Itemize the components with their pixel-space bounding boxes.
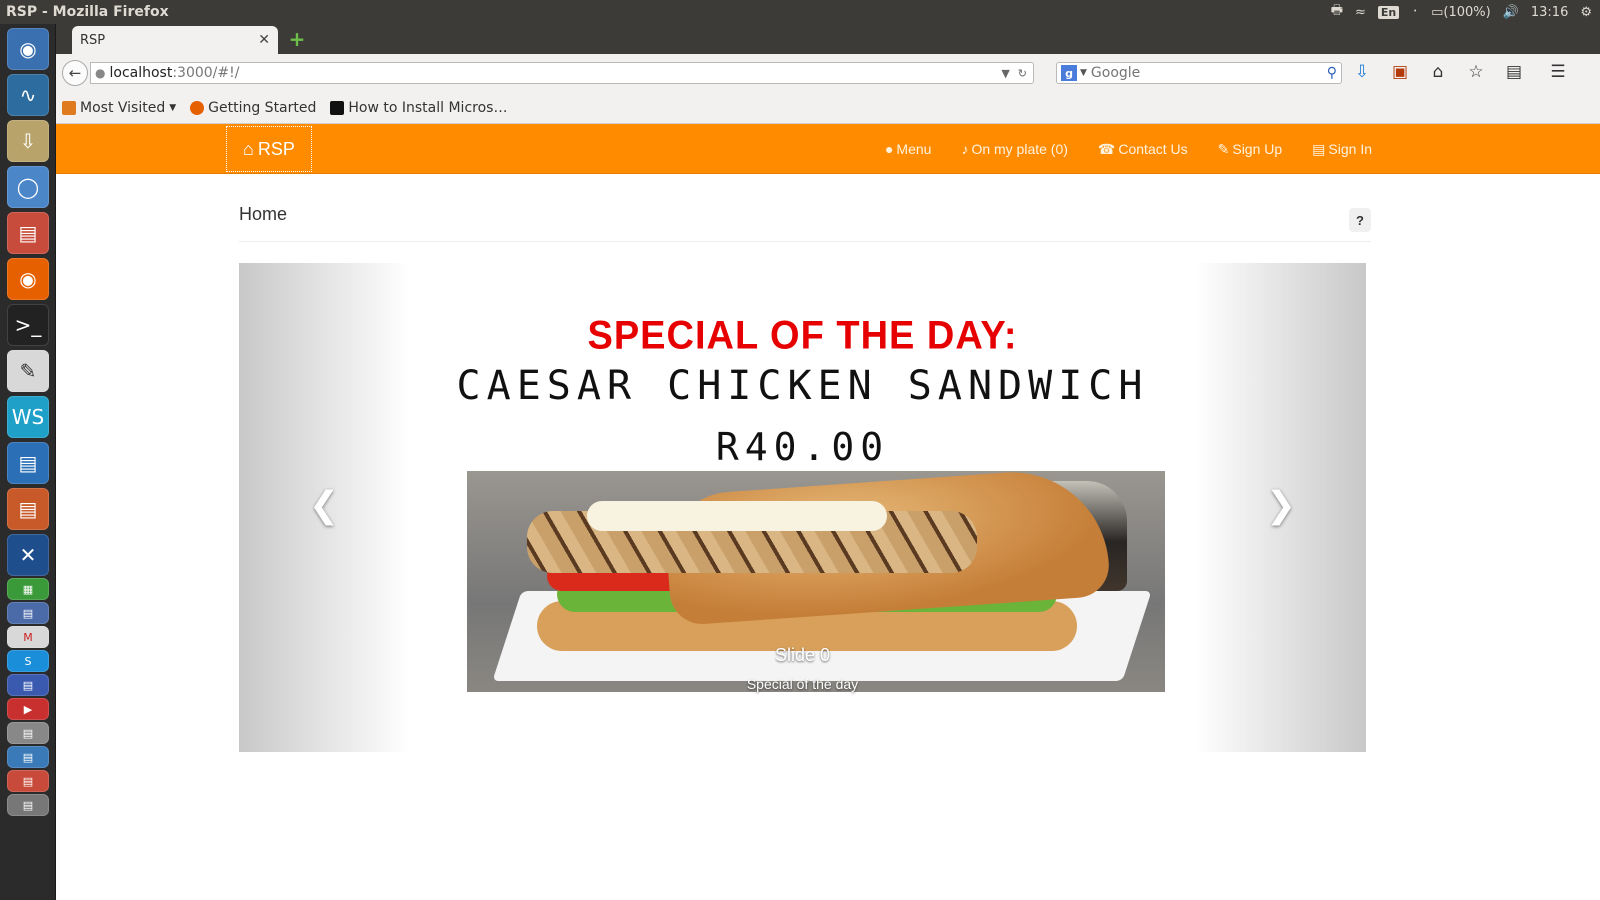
page-header: Home ? [239,198,1371,242]
chromium-icon[interactable]: ◯ [7,166,49,208]
apple-icon: ● [884,141,894,157]
url-bar[interactable]: ● localhost:3000/#!/ ▼ ↻ [90,62,1034,84]
close-tab-icon[interactable]: ✕ [258,32,270,48]
cutlery-icon: ♪ [961,141,969,157]
drive-icon[interactable]: ▤ [7,722,49,744]
special-headline: SPECIAL OF THE DAY: [587,313,1018,359]
trash-icon[interactable]: ▤ [7,794,49,816]
page-title: Home [239,204,288,224]
app-icon[interactable]: ▤ [7,602,49,624]
volume-icon[interactable]: 🔊 [1503,5,1519,20]
search-icon[interactable]: ⚲ [1327,65,1341,81]
home-icon: ⌂ [243,138,254,159]
special-price: R40.00 [715,425,890,469]
home-icon[interactable]: ⌂ [1428,62,1448,82]
app-navbar: ⌂ RSP ● Menu ♪ On my plate (0) ☎ Contact Us… [56,124,1600,174]
clock[interactable]: 13:16 [1531,5,1568,20]
browser-toolbar: ← ● localhost:3000/#!/ ▼ ↻ g ▼ ⚲ ⇩ ▣ ⌂ ☆… [56,54,1600,92]
printer-icon[interactable]: 🖶 [1331,1,1343,23]
nav-on-my-plate[interactable]: ♪ On my plate (0) [961,141,1067,157]
chevron-down-icon: ▼ [169,102,177,113]
bluetooth-icon[interactable]: ᛫ [1411,5,1419,20]
download-icon[interactable]: ⇩ [1352,62,1372,82]
gmail-icon[interactable]: M [7,626,49,648]
special-dish-name: CAESAR CHICKEN SANDWICH [456,363,1149,409]
window-title: RSP - Mozilla Firefox [6,4,169,20]
url-host: localhost [109,65,173,81]
brand-home-link[interactable]: ⌂ RSP [226,126,312,172]
google-engine-icon[interactable]: g [1061,65,1077,81]
text-editor-icon[interactable]: ✎ [7,350,49,392]
carousel-caption: Slide 0 Special of the day [239,645,1366,692]
unity-launcher: ◉ ∿ ⇩ ◯ ▤ ◉ >_ ✎ WS ▤ ▤ ✕ ▦ ▤ M S ▤ ▶ ▤ … [0,24,56,900]
url-dropdown-icon[interactable]: ▼ [1001,67,1009,80]
new-tab-icon[interactable]: + [286,28,308,50]
search-bar[interactable]: g ▼ ⚲ [1056,62,1342,84]
nav-links: ● Menu ♪ On my plate (0) ☎ Contact Us ✎ Sign… [885,124,1372,174]
battery-indicator[interactable]: ▭(100%) [1431,5,1491,20]
draw-icon[interactable]: ✕ [7,534,49,576]
skype-icon[interactable]: S [7,650,49,672]
file-cabinet-icon[interactable]: ▤ [7,212,49,254]
bookmarks-toolbar: Most Visited ▼ Getting Started How to In… [56,92,1600,124]
phone-icon: ☎ [1097,140,1116,157]
system-tray: 🖶 ≈ En ᛫ ▭(100%) 🔊 13:16 ⚙ [1331,1,1600,23]
wifi-icon[interactable]: ≈ [1355,5,1366,20]
bookmark-getting-started[interactable]: Getting Started [190,100,316,116]
addon-icon[interactable]: ▣ [1390,62,1410,82]
firefox-icon [190,100,205,115]
caption-text: Special of the day [746,676,859,692]
settings-gear-icon[interactable]: ⚙ [1580,5,1592,20]
nav-sign-in[interactable]: ▤ Sign In [1312,141,1372,158]
terminal-icon[interactable]: >_ [7,304,49,346]
folder-icon [62,100,76,115]
impress-icon[interactable]: ▤ [7,488,49,530]
hamburger-menu-icon[interactable]: ☰ [1548,62,1568,82]
keyboard-layout-indicator[interactable]: En [1377,5,1400,19]
firefox-icon[interactable]: ◉ [7,258,49,300]
dash-home-icon[interactable]: ◉ [7,28,49,70]
kdenlive-icon[interactable]: ▤ [7,674,49,696]
lock-icon: ▤ [1312,140,1326,157]
install-package-icon[interactable]: ⇩ [7,120,49,162]
calc-icon[interactable]: ▦ [7,578,49,600]
tab-strip: RSP ✕ + [56,24,1600,54]
nav-sign-up[interactable]: ✎ Sign Up [1218,141,1283,158]
os-top-panel: RSP - Mozilla Firefox 🖶 ≈ En ᛫ ▭(100%) 🔊… [0,0,1600,24]
carousel-next-chevron-icon[interactable]: ❯ [1266,485,1296,526]
reload-icon[interactable]: ↻ [1018,67,1027,80]
globe-icon: ● [95,66,106,80]
youtube-icon[interactable]: ▶ [7,698,49,720]
help-button[interactable]: ? [1349,208,1371,232]
engine-dropdown-icon[interactable]: ▼ [1080,68,1087,78]
reader-icon[interactable]: ▤ [1504,62,1524,82]
carousel-prev-chevron-icon[interactable]: ❮ [309,485,339,526]
search-input[interactable] [1090,65,1327,81]
bookmark-most-visited[interactable]: Most Visited ▼ [62,100,176,116]
special-carousel: SPECIAL OF THE DAY: CAESAR CHICKEN SANDW… [239,263,1366,752]
nav-menu[interactable]: ● Menu [885,141,932,157]
system-monitor-icon[interactable]: ∿ [7,74,49,116]
tab-rsp[interactable]: RSP ✕ [72,26,278,54]
network-icon[interactable]: ▤ [7,746,49,768]
webstorm-icon[interactable]: WS [7,396,49,438]
toolbar-icons: ⇩ ▣ ⌂ ☆ ▤ ☰ [1352,62,1568,82]
back-arrow-icon[interactable]: ← [62,60,88,86]
battery-icon: ▭ [1431,4,1444,20]
pencil-icon: ✎ [1217,140,1230,157]
nav-contact-us[interactable]: ☎ Contact Us [1098,141,1188,158]
url-path: :3000/#!/ [172,65,240,81]
l-site-icon [330,100,345,115]
bookmark-install-guide[interactable]: How to Install Micros… [330,100,507,116]
tab-title: RSP [80,32,106,48]
writer-icon[interactable]: ▤ [7,442,49,484]
app-icon-2[interactable]: ▤ [7,770,49,792]
caption-title: Slide 0 [774,645,831,665]
bookmark-star-icon[interactable]: ☆ [1466,62,1486,82]
